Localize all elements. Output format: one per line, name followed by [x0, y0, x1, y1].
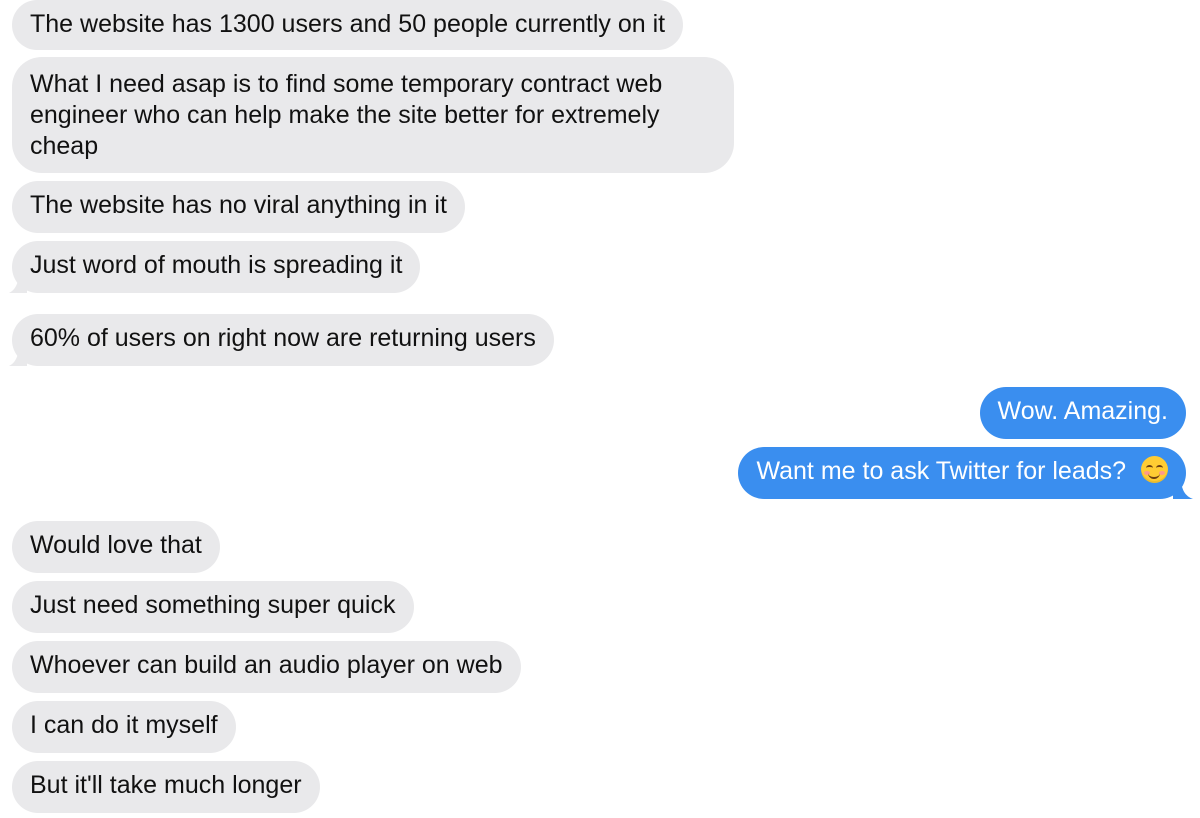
message-text: 60% of users on right now are returning … — [30, 324, 536, 352]
message-bubble-incoming: Whoever can build an audio player on web — [12, 641, 521, 693]
message-text: But it'll take much longer — [30, 771, 302, 799]
message-bubble-incoming: The website has 1300 users and 50 people… — [12, 0, 684, 50]
message-bubble-incoming: But it'll take much longer — [12, 761, 320, 813]
message-text: The website has 1300 users and 50 people… — [30, 10, 666, 38]
message-text: Whoever can build an audio player on web — [30, 651, 503, 679]
smiling-face-emoji-icon — [1141, 456, 1168, 483]
message-text: Just word of mouth is spreading it — [30, 251, 403, 279]
message-bubble-incoming: Just need something super quick — [12, 581, 414, 633]
bubble-tail-icon — [1173, 477, 1193, 499]
message-text: What I need asap is to find some tempora… — [30, 70, 663, 160]
message-bubble-incoming: I can do it myself — [12, 701, 236, 753]
message-text: Would love that — [30, 531, 202, 559]
message-text: I can do it myself — [30, 711, 218, 739]
message-bubble-incoming: The website has no viral anything in it — [12, 181, 465, 233]
message-bubble-outgoing: Wow. Amazing. — [979, 387, 1186, 439]
message-bubble-incoming: What I need asap is to find some tempora… — [12, 57, 734, 173]
message-text: The website has no viral anything in it — [30, 191, 447, 219]
message-bubble-incoming: Would love that — [12, 521, 220, 573]
message-bubble-incoming: 60% of users on right now are returning … — [9, 314, 554, 366]
message-bubble-incoming: Just word of mouth is spreading it — [9, 241, 421, 293]
message-text: Want me to ask Twitter for leads? — [756, 457, 1127, 485]
message-text: Wow. Amazing. — [997, 397, 1168, 425]
bubble-tail-icon — [9, 344, 27, 366]
message-thread: The website has 1300 users and 50 people… — [0, 0, 1200, 818]
bubble-tail-icon — [9, 271, 27, 293]
message-text: Just need something super quick — [30, 591, 396, 619]
message-bubble-outgoing: Want me to ask Twitter for leads? — [738, 447, 1193, 499]
